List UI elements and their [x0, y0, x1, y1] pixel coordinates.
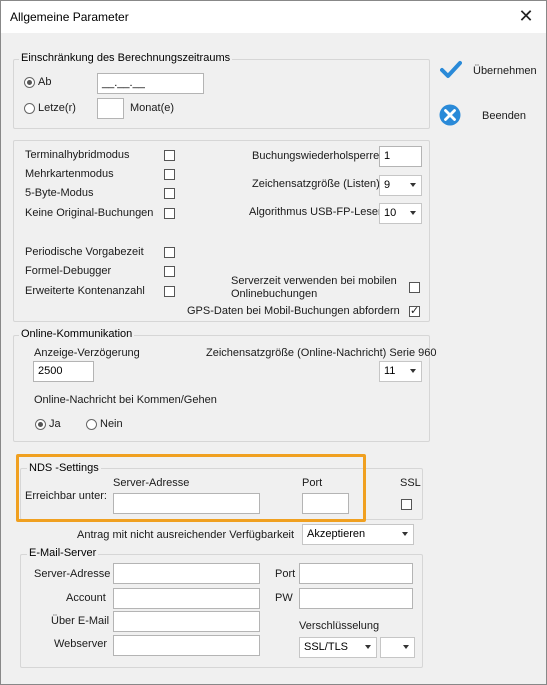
dialog-window: Allgemeine Parameter ✕ Übernehmen Beende… [0, 0, 547, 685]
serverzeit-label-line1: Serverzeit verwenden bei mobilen [231, 275, 397, 287]
terminalhybridmodus-checkbox[interactable] [164, 150, 175, 161]
verschluesselung-label: Verschlüsselung [299, 620, 380, 632]
apply-button-label: Übernehmen [473, 65, 537, 77]
cancel-icon [439, 104, 461, 126]
ueber-email-label: Über E-Mail [51, 615, 110, 627]
monat-label: Monat(e) [130, 102, 175, 114]
webserver-input[interactable] [113, 635, 260, 656]
ssl-checkbox[interactable] [401, 499, 412, 510]
periodische-vorgabezeit-checkbox[interactable] [164, 247, 175, 258]
algorithmus-value: 10 [384, 207, 397, 219]
option-label: Periodische Vorgabezeit [25, 246, 144, 258]
email-port-input[interactable] [299, 563, 413, 584]
5-byte-modus-checkbox[interactable] [164, 188, 175, 199]
serverzeit-label-line2: Onlinebuchungen [231, 288, 318, 300]
online-zeichensatz-value: 11 [384, 365, 396, 377]
close-button-label: Beenden [482, 110, 527, 122]
antrag-value: Akzeptieren [307, 528, 366, 540]
letzte-input[interactable] [97, 98, 124, 119]
zeichensatz-listen-value: 9 [384, 179, 391, 191]
period-legend: Einschränkung des Berechnungszeitraums [19, 52, 233, 64]
ja-label: Ja [49, 418, 61, 430]
buchungswiederholsperre-label: Buchungswiederholsperre [252, 150, 380, 162]
chevron-down-icon [410, 369, 416, 373]
email-server-input[interactable] [113, 563, 260, 584]
email-legend: E-Mail-Server [27, 547, 99, 559]
nachricht-label: Online-Nachricht bei Kommen/Gehen [34, 394, 217, 406]
zeichensatz-listen-label: Zeichensatzgröße (Listen) [252, 178, 380, 190]
gps-checkbox[interactable] [409, 304, 420, 317]
algorithmus-label: Algorithmus USB-FP-Leser [249, 206, 382, 218]
ja-radio[interactable] [35, 419, 46, 430]
email-server-label: Server-Adresse [34, 568, 111, 580]
formel-debugger-checkbox[interactable] [164, 266, 175, 277]
anzeige-input[interactable]: 2500 [33, 361, 94, 382]
ueber-email-input[interactable] [113, 611, 260, 632]
verschluesselung-select[interactable]: SSL/TLS [299, 637, 377, 658]
webserver-label: Webserver [54, 638, 107, 650]
algorithmus-select[interactable]: 10 [379, 203, 422, 224]
close-button[interactable]: Beenden [438, 103, 538, 129]
chevron-down-icon [403, 645, 409, 649]
online-zeichensatz-label: Zeichensatzgröße (Online-Nachricht) Seri… [206, 347, 437, 359]
anzeige-label: Anzeige-Verzögerung [34, 347, 140, 359]
chevron-down-icon [410, 183, 416, 187]
pw-input[interactable] [299, 588, 413, 609]
ssl-label: SSL [400, 477, 421, 489]
nein-radio[interactable] [86, 419, 97, 430]
letzte-radio[interactable] [24, 103, 35, 114]
mehrkartenmodus-checkbox[interactable] [164, 169, 175, 180]
option-label: Erweiterte Kontenanzahl [25, 285, 145, 297]
apply-button[interactable]: Übernehmen [438, 59, 538, 83]
account-input[interactable] [113, 588, 260, 609]
window-title: Allgemeine Parameter [10, 10, 129, 24]
highlight-frame [16, 454, 366, 522]
option-label: 5-Byte-Modus [25, 187, 94, 199]
verschluesselung-value: SSL/TLS [304, 641, 349, 653]
option-label: Terminalhybridmodus [25, 149, 130, 161]
period-group [13, 59, 430, 129]
chevron-down-icon [365, 645, 371, 649]
checkmark-icon [440, 61, 462, 78]
erweiterte-kontenanzahl-checkbox[interactable] [164, 286, 175, 297]
antrag-label: Antrag mit nicht ausreichender Verfügbar… [77, 529, 295, 541]
ab-date-input[interactable]: __.__.__ [97, 73, 204, 94]
gps-label: GPS-Daten bei Mobil-Buchungen abfordern [187, 305, 400, 317]
secondary-select[interactable] [380, 637, 415, 658]
chevron-down-icon [410, 211, 416, 215]
close-icon[interactable]: ✕ [512, 3, 540, 31]
buchungswiederholsperre-input[interactable]: 1 [379, 146, 422, 167]
account-label: Account [66, 592, 106, 604]
option-label: Formel-Debugger [25, 265, 112, 277]
pw-label: PW [275, 592, 293, 604]
antrag-select[interactable]: Akzeptieren [302, 524, 414, 545]
email-port-label: Port [275, 568, 296, 580]
option-label: Keine Original-Buchungen [25, 207, 154, 219]
online-zeichensatz-select[interactable]: 11 [379, 361, 422, 382]
online-legend: Online-Kommunikation [19, 328, 135, 340]
serverzeit-checkbox[interactable] [409, 282, 420, 293]
option-label: Mehrkartenmodus [25, 168, 114, 180]
ab-radio[interactable] [24, 77, 35, 88]
zeichensatz-listen-select[interactable]: 9 [379, 175, 422, 196]
title-bar: Allgemeine Parameter ✕ [1, 1, 546, 33]
keine-original-buchungen-checkbox[interactable] [164, 208, 175, 219]
chevron-down-icon [402, 532, 408, 536]
letzte-label: Letze(r) [38, 102, 76, 114]
nein-label: Nein [100, 418, 123, 430]
ab-label: Ab [38, 76, 52, 88]
